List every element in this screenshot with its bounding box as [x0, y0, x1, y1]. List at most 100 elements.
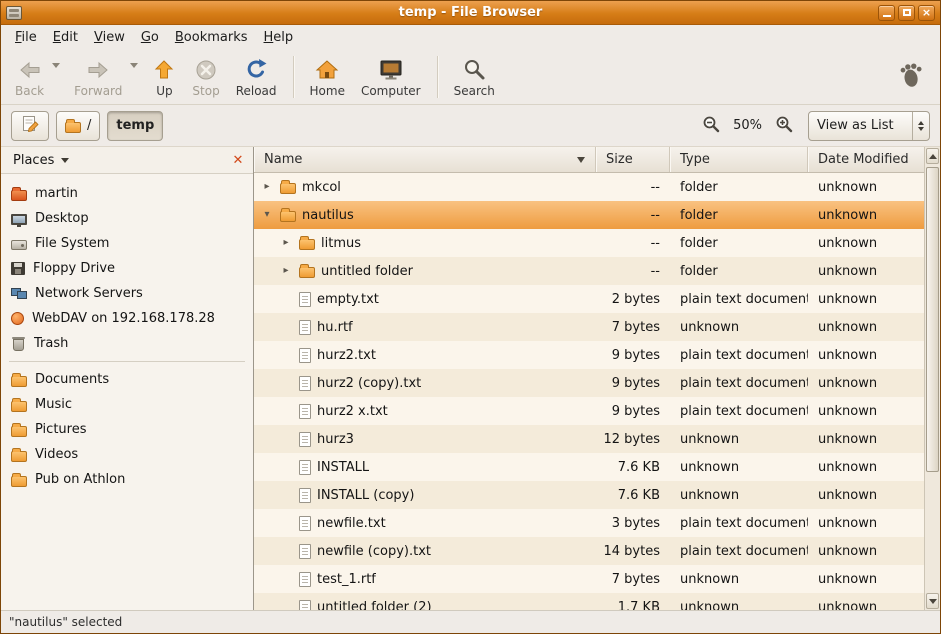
scroll-down-button[interactable] — [926, 593, 939, 609]
file-name: INSTALL (copy) — [317, 488, 414, 503]
sidebar-place-item[interactable]: Floppy Drive — [1, 256, 253, 281]
home-button[interactable]: Home — [302, 53, 353, 101]
folder-icon — [11, 376, 27, 387]
expander-icon[interactable]: ▸ — [279, 266, 293, 276]
column-header-date-modified[interactable]: Date Modified — [808, 147, 924, 172]
list-header: Name Size Type Date Modified — [254, 147, 924, 173]
file-row[interactable]: untitled folder (2) 1.7 KB unknown unkno… — [254, 593, 924, 610]
sidebar-place-item[interactable]: Pictures — [1, 417, 253, 442]
file-row[interactable]: hurz2 x.txt 9 bytes plain text document … — [254, 397, 924, 425]
sidebar-place-item[interactable]: Music — [1, 392, 253, 417]
file-type: unknown — [670, 600, 808, 611]
menu-item-bookmarks[interactable]: Bookmarks — [167, 27, 256, 48]
file-row[interactable]: ▸ mkcol -- folder unknown — [254, 173, 924, 201]
reload-button[interactable]: Reload — [228, 53, 285, 101]
back-icon — [18, 57, 42, 83]
places-dropdown-button[interactable]: Places — [7, 151, 75, 170]
expander-icon[interactable]: ▾ — [260, 210, 274, 220]
view-mode-stepper[interactable] — [912, 112, 929, 140]
file-date-modified: unknown — [808, 376, 924, 391]
vertical-scrollbar[interactable] — [924, 147, 940, 610]
forward-history-dropdown[interactable] — [130, 68, 138, 87]
file-row[interactable]: newfile (copy).txt 14 bytes plain text d… — [254, 537, 924, 565]
file-row[interactable]: INSTALL 7.6 KB unknown unknown — [254, 453, 924, 481]
file-row[interactable]: INSTALL (copy) 7.6 KB unknown unknown — [254, 481, 924, 509]
file-size: -- — [596, 208, 670, 223]
file-name: hurz2.txt — [317, 348, 376, 363]
file-row[interactable]: hu.rtf 7 bytes unknown unknown — [254, 313, 924, 341]
column-header-size[interactable]: Size — [596, 147, 670, 172]
sidebar-place-item[interactable]: Network Servers — [1, 281, 253, 306]
file-row[interactable]: hurz3 12 bytes unknown unknown — [254, 425, 924, 453]
file-row[interactable]: ▸ litmus -- folder unknown — [254, 229, 924, 257]
back-button[interactable]: Back — [7, 53, 52, 101]
search-button[interactable]: Search — [446, 53, 503, 101]
up-button[interactable]: Up — [144, 53, 184, 101]
stop-button[interactable]: Stop — [184, 53, 227, 101]
sidebar-place-item[interactable]: File System — [1, 231, 253, 256]
menu-item-view[interactable]: View — [86, 27, 133, 48]
zoom-out-button[interactable] — [700, 113, 722, 139]
location-edit-toggle-button[interactable] — [11, 111, 49, 141]
zoom-in-icon — [775, 115, 793, 137]
file-type: plain text document — [670, 292, 808, 307]
maximize-button[interactable] — [898, 5, 915, 21]
scroll-up-button[interactable] — [926, 148, 939, 164]
file-row[interactable]: ▸ untitled folder -- folder unknown — [254, 257, 924, 285]
file-name: empty.txt — [317, 292, 379, 307]
file-row[interactable]: hurz2 (copy).txt 9 bytes plain text docu… — [254, 369, 924, 397]
file-date-modified: unknown — [808, 572, 924, 587]
scrollbar-track[interactable] — [926, 165, 939, 592]
file-date-modified: unknown — [808, 460, 924, 475]
menu-item-file[interactable]: File — [7, 27, 45, 48]
stop-icon — [194, 57, 218, 83]
file-row[interactable]: hurz2.txt 9 bytes plain text document un… — [254, 341, 924, 369]
file-name: litmus — [321, 236, 361, 251]
zoom-level: 50% — [729, 118, 766, 133]
path-current-button[interactable]: temp — [107, 111, 163, 141]
file-type: unknown — [670, 320, 808, 335]
file-row[interactable]: empty.txt 2 bytes plain text document un… — [254, 285, 924, 313]
path-root-label: / — [87, 118, 91, 133]
file-name-cell: test_1.rtf — [254, 572, 596, 587]
file-browser-window: temp - File Browser × File Edit View Go … — [0, 0, 941, 634]
file-date-modified: unknown — [808, 236, 924, 251]
titlebar[interactable]: temp - File Browser × — [1, 1, 940, 25]
sidebar-place-item[interactable]: Videos — [1, 442, 253, 467]
view-mode-select[interactable]: View as List — [808, 111, 930, 141]
sidebar-place-item[interactable]: Pub on Athlon — [1, 467, 253, 492]
file-size: 2 bytes — [596, 292, 670, 307]
text-file-icon — [299, 572, 311, 587]
file-row[interactable]: ▾ nautilus -- folder unknown — [254, 201, 924, 229]
sidebar-close-button[interactable]: ✕ — [229, 151, 247, 169]
file-date-modified: unknown — [808, 320, 924, 335]
zoom-in-button[interactable] — [773, 113, 795, 139]
forward-button[interactable]: Forward — [66, 53, 130, 101]
column-header-name[interactable]: Name — [254, 147, 596, 172]
file-row[interactable]: test_1.rtf 7 bytes unknown unknown — [254, 565, 924, 593]
file-name-cell: ▸ litmus — [254, 236, 596, 251]
file-type: folder — [670, 236, 808, 251]
expander-icon[interactable]: ▸ — [260, 182, 274, 192]
back-history-dropdown[interactable] — [52, 68, 60, 87]
minimize-button[interactable] — [878, 5, 895, 21]
sidebar-place-item[interactable]: WebDAV on 192.168.178.28 — [1, 306, 253, 331]
close-button[interactable]: × — [918, 5, 935, 21]
file-name-cell: hurz2 x.txt — [254, 404, 596, 419]
file-name: test_1.rtf — [317, 572, 376, 587]
menu-item-help[interactable]: Help — [256, 27, 302, 48]
sidebar-place-item[interactable]: Trash — [1, 331, 253, 356]
sidebar-place-item[interactable]: Documents — [1, 367, 253, 392]
file-row[interactable]: newfile.txt 3 bytes plain text document … — [254, 509, 924, 537]
scrollbar-thumb[interactable] — [926, 167, 939, 472]
sidebar-place-item[interactable]: Desktop — [1, 206, 253, 231]
computer-button[interactable]: Computer — [353, 53, 429, 101]
path-root-button[interactable]: / — [56, 111, 100, 141]
file-name-cell: hurz2 (copy).txt — [254, 376, 596, 391]
menu-item-go[interactable]: Go — [133, 27, 167, 48]
menu-item-edit[interactable]: Edit — [45, 27, 86, 48]
expander-icon[interactable]: ▸ — [279, 238, 293, 248]
column-header-type[interactable]: Type — [670, 147, 808, 172]
file-name: untitled folder (2) — [317, 600, 432, 611]
sidebar-place-item[interactable]: martin — [1, 181, 253, 206]
